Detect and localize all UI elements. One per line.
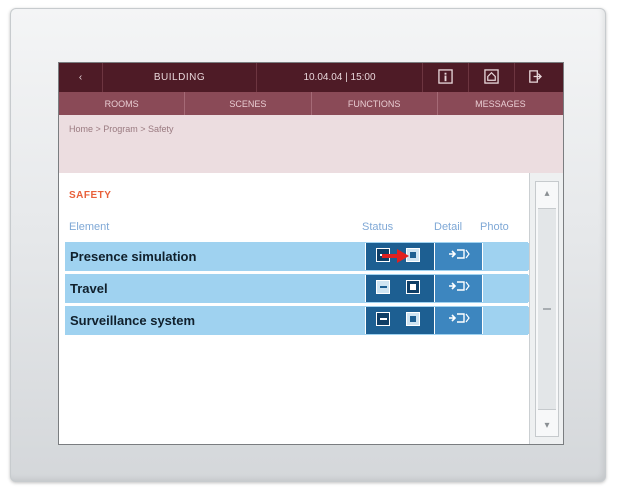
info-icon [438, 68, 453, 87]
status-off-button[interactable] [376, 312, 390, 326]
column-header-status: Status [362, 221, 394, 233]
exit-button[interactable] [515, 63, 553, 92]
status-on-button[interactable] [406, 312, 420, 326]
datetime-display: 10.04.04 | 15:00 [257, 63, 423, 92]
tab-messages[interactable]: MESSAGES [438, 92, 563, 115]
scrollbar-track[interactable]: ▴ ▾ [535, 181, 559, 437]
status-control [365, 275, 435, 302]
breadcrumb[interactable]: Home > Program > Safety [69, 124, 174, 134]
back-button[interactable]: ‹ [59, 63, 103, 92]
element-name: Presence simulation [70, 249, 197, 264]
content-area: SAFETY Element Status Detail Photo Prese… [59, 173, 529, 444]
column-header-detail: Detail [434, 221, 463, 233]
breadcrumb-bar: Home > Program > Safety [59, 115, 563, 173]
tab-rooms[interactable]: ROOMS [59, 92, 186, 115]
scroll-up-arrow-icon[interactable]: ▴ [538, 184, 556, 202]
column-header-element: Element [69, 221, 110, 233]
photo-cell [483, 307, 529, 334]
tab-bar: ROOMS SCENES FUNCTIONS MESSAGES [59, 92, 563, 115]
tab-scenes[interactable]: SCENES [185, 92, 312, 115]
scrollbar-thumb[interactable] [538, 208, 556, 410]
info-button[interactable] [423, 63, 469, 92]
status-off-button[interactable] [376, 280, 390, 294]
detail-arrow-icon [448, 247, 470, 266]
touch-screen: ‹ BUILDING 10.04.04 | 15:00 ROOMS SCENES… [58, 62, 564, 445]
building-label[interactable]: BUILDING [103, 63, 257, 92]
table-row[interactable]: Travel [64, 273, 529, 304]
photo-cell [483, 243, 529, 270]
scrollbar[interactable]: ▴ ▾ [529, 173, 563, 444]
detail-button[interactable] [435, 307, 483, 334]
detail-arrow-icon [448, 279, 470, 298]
section-title: SAFETY [69, 190, 112, 201]
home-icon [484, 68, 499, 87]
photo-cell [483, 275, 529, 302]
grip-icon [543, 308, 551, 310]
home-button[interactable] [469, 63, 515, 92]
status-control [365, 307, 435, 334]
top-bar: ‹ BUILDING 10.04.04 | 15:00 [59, 63, 563, 92]
detail-arrow-icon [448, 311, 470, 330]
red-arrow-icon [381, 247, 411, 270]
table-row[interactable]: Surveillance system [64, 305, 529, 336]
status-on-button[interactable] [406, 280, 420, 294]
element-name: Surveillance system [70, 313, 196, 328]
detail-button[interactable] [435, 243, 483, 270]
detail-button[interactable] [435, 275, 483, 302]
scroll-down-arrow-icon[interactable]: ▾ [538, 416, 556, 434]
element-name: Travel [70, 281, 108, 296]
table-row[interactable]: Presence simulation [64, 241, 529, 272]
column-header-photo: Photo [480, 221, 509, 233]
tab-functions[interactable]: FUNCTIONS [312, 92, 438, 115]
exit-icon [527, 69, 542, 87]
